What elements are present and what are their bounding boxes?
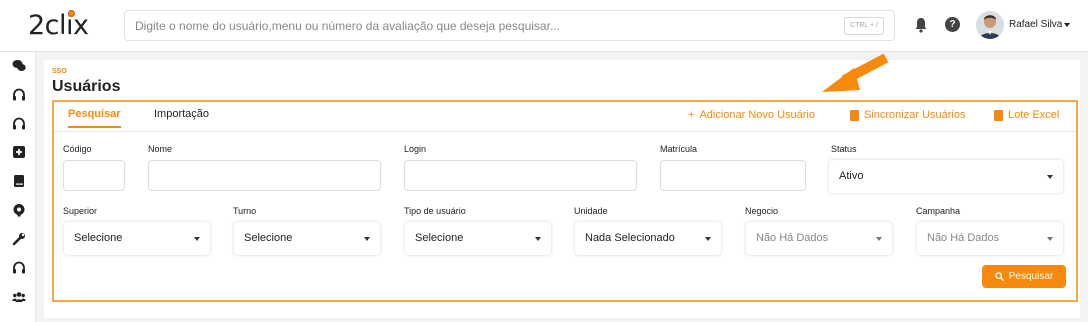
headset-icon[interactable] (11, 87, 27, 103)
superior-select[interactable]: Selecione (64, 222, 210, 255)
page-title: Usuários (52, 78, 121, 95)
search-icon (994, 272, 1004, 281)
status-value: Ativo (839, 170, 864, 182)
search-button[interactable]: Pesquisar (982, 265, 1066, 288)
unidade-value: Nada Selecionado (585, 232, 675, 244)
excel-file-icon (994, 109, 1003, 121)
tab-pesquisar[interactable]: Pesquisar (68, 108, 121, 128)
tab-bar: Pesquisar Importação + Adicionar Novo Us… (54, 102, 1076, 132)
matricula-label: Matrícula (660, 144, 698, 154)
logo-text: 2clix (28, 10, 89, 41)
negocio-value: Não Há Dados (756, 232, 829, 244)
user-name[interactable]: Rafael Silva (1009, 19, 1062, 30)
negocio-select[interactable]: Não Há Dados (746, 222, 892, 255)
nome-label: Nome (148, 144, 173, 154)
breadcrumb[interactable]: SSO (52, 68, 67, 75)
status-label: Status (831, 144, 857, 154)
tipo-usuario-label: Tipo de usuário (404, 206, 466, 216)
plus-square-icon[interactable] (11, 144, 27, 160)
users-search-panel: Pesquisar Importação + Adicionar Novo Us… (52, 100, 1078, 302)
book-icon[interactable] (11, 173, 27, 189)
global-search[interactable]: CTRL + / (124, 10, 895, 41)
codigo-input[interactable] (63, 160, 125, 191)
unidade-label: Unidade (574, 206, 608, 216)
brain-icon[interactable] (11, 202, 27, 218)
negocio-label: Negocio (745, 206, 779, 216)
search-button-label: Pesquisar (1008, 271, 1054, 282)
main-content: SSO Usuários Pesquisar Importação + Adic… (44, 53, 1080, 318)
wrench-icon[interactable] (11, 231, 27, 247)
sidebar (0, 52, 36, 322)
top-bar: 2clix CTRL + / ? Rafael Silva (0, 0, 1088, 52)
logo[interactable]: 2clix (28, 9, 89, 43)
search-input[interactable] (135, 11, 825, 40)
lote-excel-label: Lote Excel (1008, 109, 1060, 121)
tipo-usuario-value: Selecione (415, 232, 464, 244)
chat-icon[interactable] (11, 58, 27, 74)
chevron-down-icon[interactable] (1064, 23, 1070, 27)
headset-icon[interactable] (11, 260, 27, 276)
chevron-down-icon (1047, 175, 1053, 179)
tipo-usuario-select[interactable]: Selecione (405, 222, 551, 255)
superior-value: Selecione (74, 232, 123, 244)
add-user-button[interactable]: + Adicionar Novo Usuário (688, 109, 815, 121)
turno-select[interactable]: Selecione (234, 222, 380, 255)
sync-users-label: Sincronizar Usuários (864, 109, 966, 121)
login-input[interactable] (404, 160, 637, 191)
lote-excel-button[interactable]: Lote Excel (994, 109, 1059, 121)
logo-dot (68, 10, 75, 17)
chevron-down-icon (705, 237, 711, 241)
campanha-select[interactable]: Não Há Dados (917, 222, 1063, 255)
nome-input[interactable] (148, 160, 381, 191)
file-icon (850, 109, 859, 121)
status-select[interactable]: Ativo (829, 160, 1063, 193)
pointer-arrow-icon (822, 53, 889, 92)
chevron-down-icon (194, 237, 200, 241)
chevron-down-icon (1047, 237, 1053, 241)
codigo-label: Código (63, 144, 92, 154)
avatar[interactable] (976, 11, 1004, 39)
add-user-label: Adicionar Novo Usuário (699, 109, 815, 121)
plus-icon: + (688, 109, 695, 121)
chevron-down-icon (876, 237, 882, 241)
superior-label: Superior (63, 206, 98, 216)
users-icon[interactable] (11, 289, 27, 305)
campanha-value: Não Há Dados (927, 232, 1000, 244)
unidade-select[interactable]: Nada Selecionado (575, 222, 721, 255)
help-icon[interactable]: ? (945, 17, 960, 32)
login-label: Login (404, 144, 427, 154)
matricula-input[interactable] (660, 160, 806, 191)
chevron-down-icon (535, 237, 541, 241)
bell-icon[interactable] (914, 17, 928, 33)
headset-icon[interactable] (11, 116, 27, 132)
campanha-label: Campanha (916, 206, 961, 216)
turno-label: Turno (233, 206, 257, 216)
turno-value: Selecione (244, 232, 293, 244)
sync-users-button[interactable]: Sincronizar Usuários (850, 109, 965, 121)
tab-importacao[interactable]: Importação (154, 108, 209, 126)
shortcut-hint: CTRL + / (844, 17, 884, 35)
chevron-down-icon (364, 237, 370, 241)
